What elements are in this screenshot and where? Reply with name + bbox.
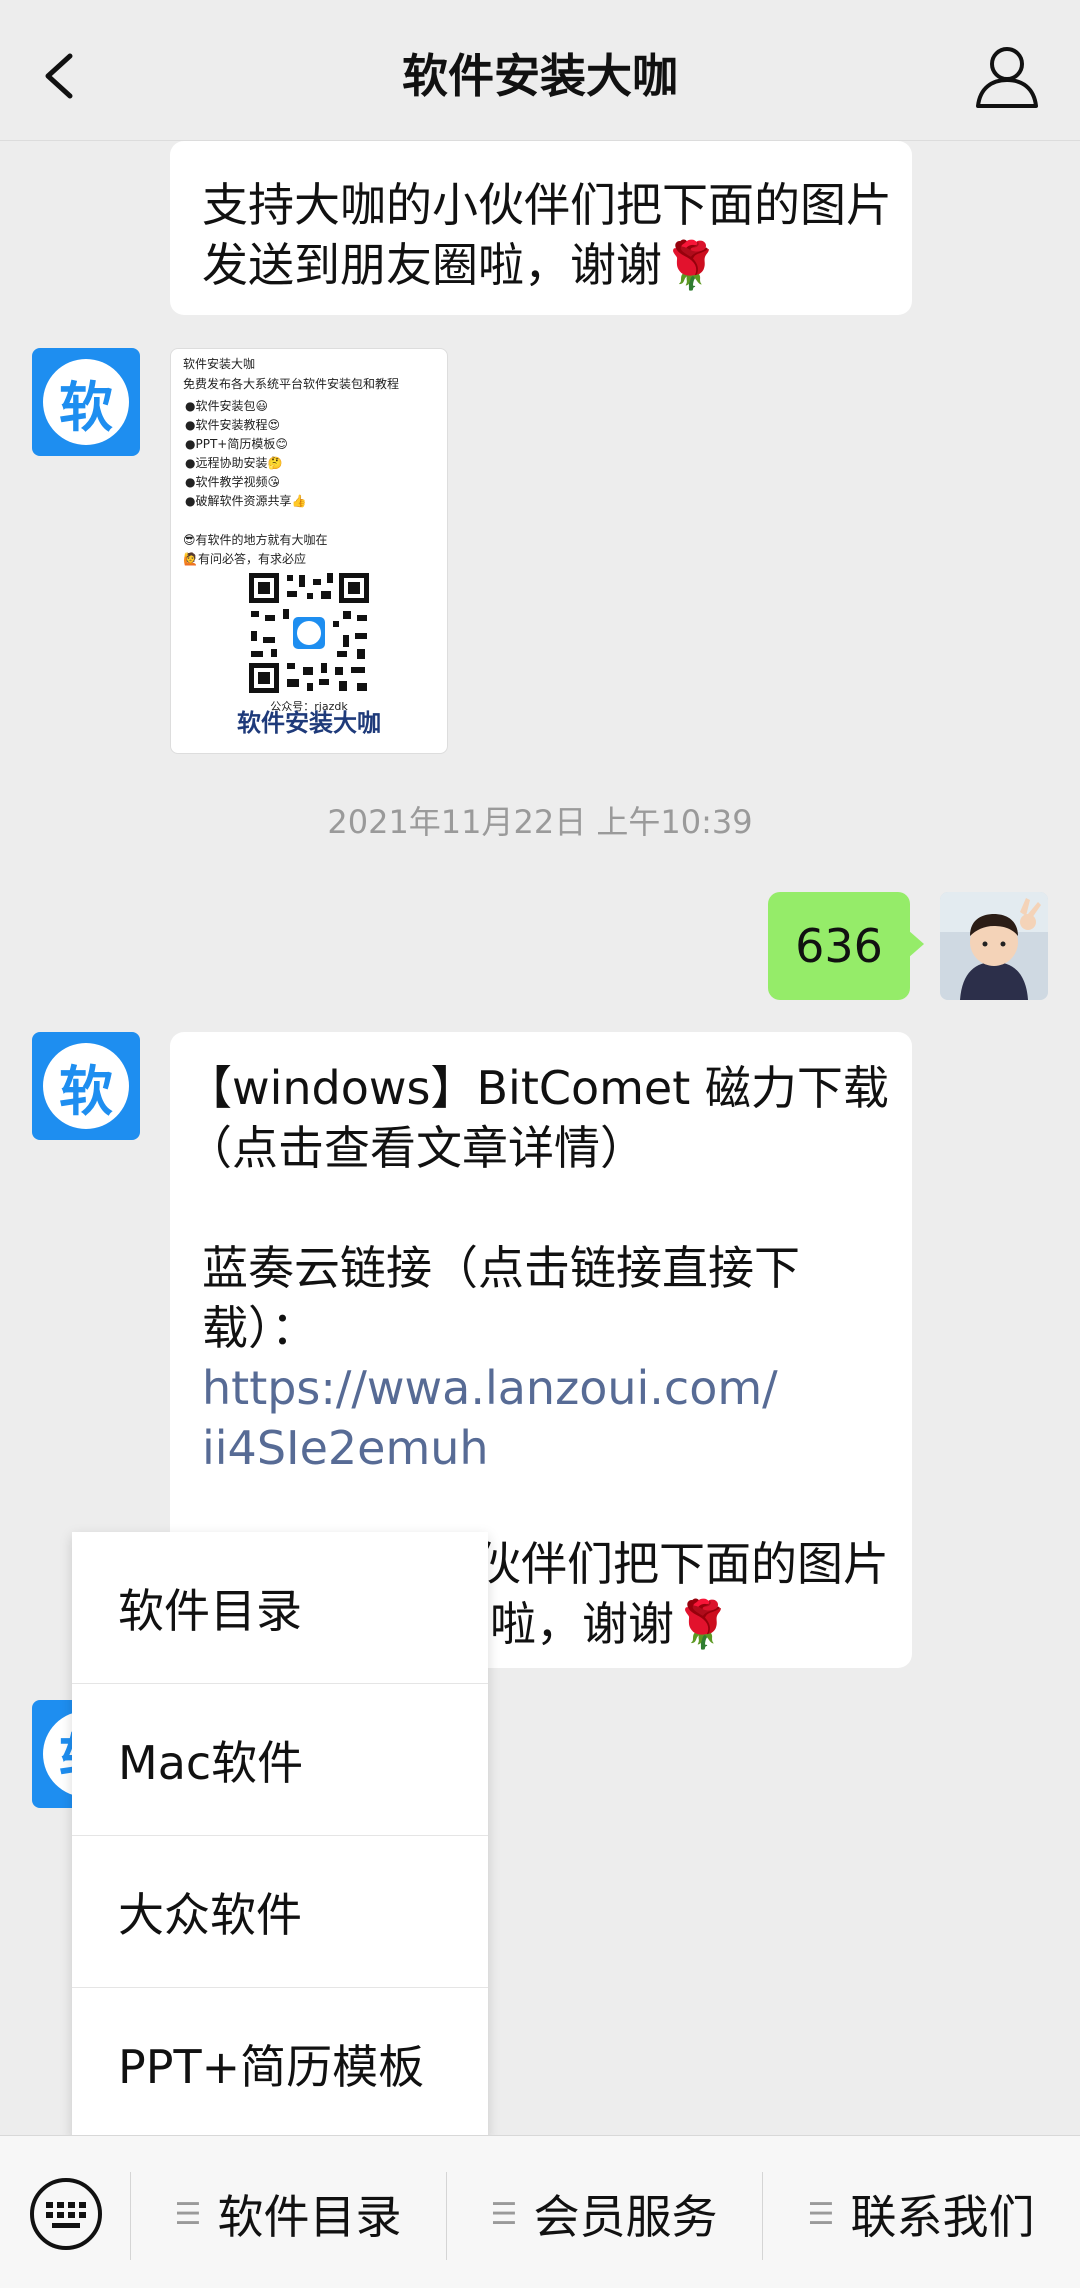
profile-button[interactable] [972,44,1042,110]
menu-button-software-catalog[interactable]: ☰ 软件目录 [130,2176,446,2252]
menu-button-contact-us[interactable]: ☰ 联系我们 [762,2176,1080,2252]
child-photo-icon [940,892,1048,1000]
outgoing-message-text: 636 [795,919,883,973]
menu-icon: ☰ [807,2196,835,2232]
article-text: 蓝奏云链接（点击链接直接下 [202,1241,800,1295]
bottom-menu-bar: ☰ 软件目录 ☰ 会员服务 ☰ 联系我们 [0,2135,1080,2288]
avatar-char: 软 [43,359,129,445]
menu-button-member-service[interactable]: ☰ 会员服务 [446,2176,762,2252]
outgoing-message-bubble[interactable]: 636 [768,892,924,1000]
poster-image-message[interactable]: 软件安装大咖 免费发布各大系统平台软件安装包和教程 ●软件安装包😃 ●软件安装教… [170,348,448,754]
bubble-tail [908,930,924,958]
menu-dropdown: 软件目录 Mac软件 大众软件 PPT+简历模板 [72,1532,488,2138]
chat-title: 软件安装大咖 [402,49,678,103]
message-line: 支持大咖的小伙伴们把下面的图片 [202,178,892,232]
dropdown-item-software-catalog[interactable]: 软件目录 [72,1532,488,1684]
message-bubble-support[interactable]: 支持大咖的小伙伴们把下面的图片 发送到朋友圈啦，谢谢🌹 [170,141,912,315]
message-timestamp: 2021年11月22日 上午10:39 [327,803,753,841]
poster-list: ●软件安装包😃 ●软件安装教程😍 ●PPT+简历模板😊 ●远程协助安装🤔 ●软件… [185,397,306,511]
article-title[interactable]: 【windows】BitComet 磁力下载 [186,1058,889,1118]
menu-button-label: 软件目录 [217,2190,402,2244]
menu-icon: ☰ [174,2196,202,2232]
article-detail-link[interactable]: （点击查看文章详情） [186,1118,646,1178]
top-bar: 软件安装大咖 [0,0,1080,141]
poster-list-item: ●软件教学视频😘 [185,475,280,489]
qr-code-icon [247,571,371,695]
poster-list-item: ●软件安装教程😍 [185,418,280,432]
user-avatar[interactable] [940,892,1048,1000]
person-icon [976,47,1038,108]
service-avatar[interactable]: 软 [32,348,140,456]
article-text: 伙伴们把下面的图片 [475,1537,889,1591]
poster-slogan-line: 😎有软件的地方就有大咖在 [183,533,328,547]
avatar-char: 软 [43,1043,129,1129]
poster-list-item: ●PPT+简历模板😊 [185,437,288,451]
article-text: 啦，谢谢🌹 [490,1597,732,1651]
message-line: 发送到朋友圈啦，谢谢🌹 [202,238,720,292]
poster-title: 软件安装大咖 [183,357,256,371]
poster-subtitle: 免费发布各大系统平台软件安装包和教程 [183,377,400,391]
poster-brand: 软件安装大咖 [237,708,381,737]
poster-list-item: ●破解软件资源共享👍 [185,494,307,508]
poster-slogan: 😎有软件的地方就有大咖在 🙋有问必答，有求必应 [183,531,328,569]
poster-list-item: ●远程协助安装🤔 [185,456,283,470]
keyboard-icon [30,2178,102,2250]
menu-icon: ☰ [490,2196,518,2232]
download-link[interactable]: https://wwa.lanzoui.com/ [202,1358,778,1418]
download-link[interactable]: ii4SIe2emuh [202,1418,489,1478]
poster-slogan-line: 🙋有问必答，有求必应 [183,552,306,566]
menu-button-label: 联系我们 [850,2190,1035,2244]
poster-list-item: ●软件安装包😃 [185,399,268,413]
keyboard-toggle-button[interactable] [28,2176,104,2252]
service-avatar[interactable]: 软 [32,1032,140,1140]
dropdown-item-ppt-resume-templates[interactable]: PPT+简历模板 [72,1988,488,2139]
article-text: 载）： [202,1301,317,1355]
dropdown-item-popular-software[interactable]: 大众软件 [72,1836,488,1988]
dropdown-item-mac-software[interactable]: Mac软件 [72,1684,488,1836]
menu-button-label: 会员服务 [533,2190,718,2244]
